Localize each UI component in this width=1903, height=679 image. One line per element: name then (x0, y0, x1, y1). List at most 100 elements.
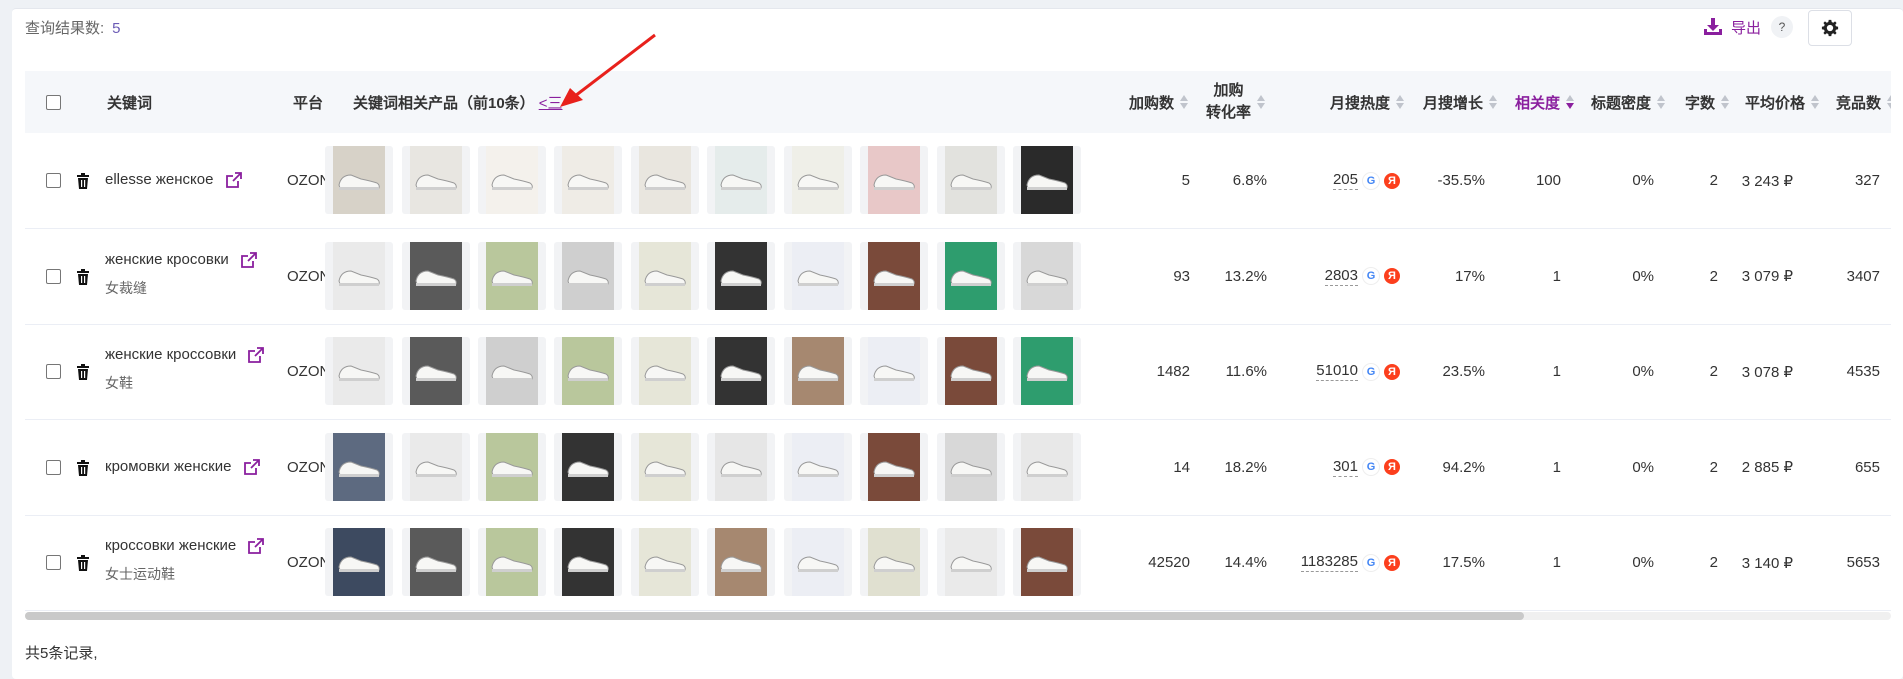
product-thumbnail[interactable] (707, 146, 775, 214)
yandex-icon[interactable]: Я (1384, 268, 1400, 284)
product-thumbnail[interactable] (554, 146, 622, 214)
product-thumbnail[interactable] (478, 337, 546, 405)
google-icon[interactable]: G (1362, 458, 1380, 476)
product-thumbnail[interactable] (1013, 337, 1081, 405)
monthly-search-value[interactable]: 51010 (1316, 362, 1358, 381)
product-thumbnail[interactable] (860, 528, 928, 596)
trash-icon[interactable] (76, 555, 90, 571)
product-thumbnail[interactable] (554, 241, 622, 310)
select-all-checkbox[interactable] (46, 95, 61, 110)
product-thumbnail[interactable] (631, 146, 699, 214)
trash-icon[interactable] (76, 459, 90, 476)
keyword-text[interactable]: кромовки женские (105, 458, 231, 475)
header-monthly-search[interactable]: 月搜热度 (1330, 71, 1405, 133)
product-thumbnail[interactable] (707, 337, 775, 405)
product-thumbnail[interactable] (402, 146, 470, 214)
external-link-icon[interactable] (241, 251, 257, 268)
monthly-search-value[interactable]: 301 (1332, 458, 1358, 477)
product-thumbnail[interactable] (478, 241, 546, 310)
product-thumbnail[interactable] (1013, 528, 1081, 596)
product-thumbnail[interactable] (1013, 241, 1081, 310)
product-thumbnail[interactable] (402, 241, 470, 310)
header-avg-price[interactable]: 平均价格 (1745, 71, 1820, 133)
external-link-icon[interactable] (243, 458, 260, 475)
external-link-icon[interactable] (248, 538, 265, 554)
product-thumbnail[interactable] (784, 432, 852, 501)
yandex-icon[interactable]: Я (1384, 172, 1400, 189)
trash-icon[interactable] (76, 173, 90, 189)
product-thumbnail[interactable] (478, 146, 546, 214)
row-checkbox[interactable] (46, 364, 61, 379)
product-thumbnail[interactable] (325, 337, 393, 405)
horizontal-scrollbar[interactable] (25, 612, 1891, 620)
scrollbar-thumb[interactable] (25, 612, 1524, 620)
header-title-density[interactable]: 标题密度 (1591, 71, 1666, 133)
product-thumbnail[interactable] (631, 241, 699, 310)
keyword-text[interactable]: кроссовки женские (105, 537, 236, 554)
product-thumbnail[interactable] (1013, 146, 1081, 214)
product-thumbnail[interactable] (325, 241, 393, 310)
row-checkbox[interactable] (46, 555, 61, 570)
external-link-icon[interactable] (248, 347, 265, 363)
trash-icon[interactable] (76, 268, 90, 285)
row-checkbox[interactable] (46, 173, 61, 188)
product-thumbnail[interactable] (937, 528, 1005, 596)
product-thumbnail[interactable] (554, 337, 622, 405)
monthly-search-value[interactable]: 2803 (1324, 267, 1358, 286)
product-thumbnail[interactable] (937, 432, 1005, 501)
header-cart-adds[interactable]: 加购数 (1129, 71, 1189, 133)
keyword-text[interactable]: женские кросовки (105, 251, 229, 268)
product-thumbnail[interactable] (478, 528, 546, 596)
product-thumbnail[interactable] (937, 241, 1005, 310)
product-thumbnail[interactable] (325, 432, 393, 501)
product-thumbnail[interactable] (402, 337, 470, 405)
collapse-products-toggle[interactable]: <三 (539, 92, 563, 113)
product-thumbnail[interactable] (1013, 432, 1081, 501)
keyword-text[interactable]: женские кроссовки (105, 346, 236, 363)
product-thumbnail[interactable] (554, 432, 622, 501)
product-thumbnail[interactable] (860, 146, 928, 214)
product-thumbnail[interactable] (860, 432, 928, 501)
product-thumbnail[interactable] (860, 337, 928, 405)
google-icon[interactable]: G (1362, 267, 1380, 285)
header-monthly-growth[interactable]: 月搜增长 (1423, 71, 1498, 133)
export-button[interactable]: 导出 ? (1703, 16, 1794, 38)
google-icon[interactable]: G (1362, 553, 1380, 572)
google-icon[interactable]: G (1362, 171, 1380, 190)
row-checkbox[interactable] (46, 459, 61, 475)
product-thumbnail[interactable] (707, 241, 775, 310)
product-thumbnail[interactable] (784, 241, 852, 310)
monthly-search-value[interactable]: 205 (1332, 171, 1358, 190)
product-thumbnail[interactable] (325, 146, 393, 214)
trash-icon[interactable] (76, 364, 90, 380)
header-char-count[interactable]: 字数 (1685, 71, 1730, 133)
product-thumbnail[interactable] (325, 528, 393, 596)
row-checkbox[interactable] (46, 268, 61, 284)
monthly-search-value[interactable]: 1183285 (1300, 553, 1358, 572)
product-thumbnail[interactable] (402, 528, 470, 596)
product-thumbnail[interactable] (937, 146, 1005, 214)
product-thumbnail[interactable] (860, 241, 928, 310)
product-thumbnail[interactable] (707, 528, 775, 596)
header-cart-rate[interactable]: 加购 转化率 (1206, 71, 1266, 133)
header-competitors[interactable]: 竞品数 (1836, 71, 1891, 133)
product-thumbnail[interactable] (631, 528, 699, 596)
yandex-icon[interactable]: Я (1384, 459, 1400, 475)
product-thumbnail[interactable] (631, 337, 699, 405)
google-icon[interactable]: G (1362, 362, 1380, 381)
header-relevance[interactable]: 相关度 (1515, 71, 1575, 133)
yandex-icon[interactable]: Я (1384, 363, 1400, 380)
yandex-icon[interactable]: Я (1384, 554, 1400, 571)
product-thumbnail[interactable] (554, 528, 622, 596)
product-thumbnail[interactable] (631, 432, 699, 501)
product-thumbnail[interactable] (707, 432, 775, 501)
help-icon[interactable]: ? (1771, 16, 1794, 38)
product-thumbnail[interactable] (784, 337, 852, 405)
product-thumbnail[interactable] (478, 432, 546, 501)
product-thumbnail[interactable] (784, 146, 852, 214)
product-thumbnail[interactable] (784, 528, 852, 596)
keyword-text[interactable]: ellesse женское (105, 171, 213, 188)
settings-button[interactable] (1808, 10, 1852, 46)
product-thumbnail[interactable] (937, 337, 1005, 405)
external-link-icon[interactable] (225, 172, 242, 188)
